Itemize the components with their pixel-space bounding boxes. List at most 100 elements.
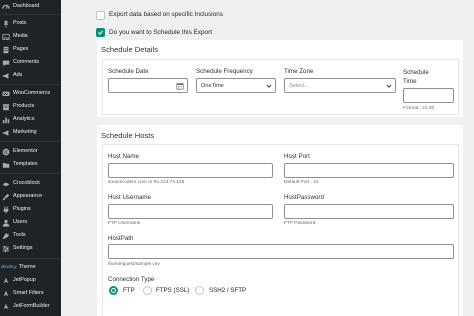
sidebar-item-products[interactable]: Products [0,100,61,113]
croco-icon [2,180,10,188]
radio-sftp-prefix: SSH2 / [209,287,229,294]
host-password-help: FTP Password [284,221,316,226]
sidebar-item-label: Media [13,32,28,39]
sidebar-item-label: Comments [13,58,40,65]
sidebar-item-label: Posts [13,19,27,26]
media-icon [2,33,10,41]
schedule-hosts-card: Schedule Hosts Host Name smackcoders.com… [97,125,463,316]
schedule-time-label: Schedule Time [403,69,429,85]
schedule-details-card: Schedule Details Schedule Date Schedule … [97,40,463,117]
folder-icon [2,161,10,169]
host-name-input[interactable] [108,163,273,178]
admin-sidebar: Dashboard Posts Media Pages Comments Ads… [0,0,61,316]
schedule-time-input[interactable] [403,88,454,103]
sidebar-item-label: Analytics [13,115,35,122]
sidebar-item-label: WooCommerce [13,89,51,96]
sidebar-item-analytics[interactable]: Analytics [0,113,61,126]
connection-type-label: Connection Type [108,276,155,283]
jet-icon [2,303,10,311]
sidebar-separator [0,258,61,259]
sidebar-item-appearance[interactable]: Appearance [0,190,61,203]
sidebar-item-label: Plugins [13,205,31,212]
host-name-help: smackcoders.com or 54.213.74.129 [108,180,185,185]
schedule-date-input[interactable] [108,78,188,93]
sidebar-item-label: Ads [13,71,23,78]
schedule-export-label: Do you want to Schedule this Export [109,29,213,36]
schedule-export-checkbox[interactable] [96,28,105,37]
sidebar-item-ads[interactable]: Ads [0,69,61,82]
comment-icon [2,59,10,67]
radio-sftp[interactable] [195,286,204,295]
brush-icon [2,193,10,201]
sidebar-item-jetformbuilder[interactable]: JetFormBuilder [0,300,61,313]
chart-icon [2,116,10,124]
sidebar-item-media[interactable]: Media [0,30,61,43]
page-gutter [463,0,474,316]
time-zone-label: Time Zone [284,68,314,75]
radio-ftp[interactable] [109,286,118,295]
calendar-icon[interactable] [176,82,184,90]
sidebar-item-label: JetPopup [13,276,36,283]
woo-icon [2,90,10,98]
sidebar-item-label: Settings [13,244,33,251]
sidebar-item-templates[interactable]: Templates [0,158,61,171]
sidebar-item-label: Dashboard [13,2,40,9]
radio-sftp-name: SFTP [230,287,247,294]
sidebar-item-tools[interactable]: Tools [0,229,61,242]
sidebar-item-theme[interactable]: Blocksy Theme [0,261,61,274]
host-username-help: FTP Username [108,221,141,226]
host-username-label: Host Username [108,194,151,201]
radio-ftps[interactable] [143,286,152,295]
export-inclusions-checkbox[interactable] [96,11,105,20]
sidebar-item-label: Theme [18,263,36,270]
sidebar-item-jetpopup[interactable]: JetPopup [0,274,61,287]
sidebar-item-plugins[interactable]: Plugins [0,203,61,216]
sidebar-separator [0,141,61,142]
elementor-icon [2,148,10,156]
schedule-hosts-panel: Host Name smackcoders.com or 54.213.74.1… [102,144,459,316]
chevron-down-icon [266,83,272,89]
sidebar-item-label: Products [13,102,35,109]
chevron-down-icon [386,83,392,89]
megaphone-icon [2,129,10,137]
host-password-input[interactable] [284,204,454,219]
sidebar-item-label: JetFormBuilder [13,302,50,309]
sidebar-item-settings[interactable]: Settings [0,242,61,255]
sidebar-item-users[interactable]: Users [0,216,61,229]
sidebar-item-label: Elementor [13,147,38,154]
time-zone-select[interactable]: Select... [284,78,396,93]
theme-brand-prefix: Blocksy [1,264,17,270]
host-port-help: Default Port : 21 [284,180,319,185]
pin-icon [2,20,10,28]
radio-sftp-label: SSH2 / SFTP [209,287,246,294]
host-username-input[interactable] [108,204,273,219]
radio-ftp-label: FTP [123,287,135,294]
schedule-frequency-label: Schedule Frequency [196,68,253,75]
sidebar-separator [0,173,61,174]
sidebar-item-dashboard[interactable]: Dashboard [0,0,61,13]
sidebar-item-woocommerce[interactable]: WooCommerce [0,87,61,100]
sidebar-item-label: Templates [13,160,38,167]
radio-ftps-label: FTPS (SSL) [156,287,190,294]
sidebar-item-smart-filters[interactable]: Smart Filters [0,287,61,300]
host-password-label: HostPassword [284,194,324,201]
sidebar-item-label: Crocoblock [13,179,40,186]
settings-icon [2,245,10,253]
schedule-hosts-title: Schedule Hosts [101,131,155,140]
sidebar-item-crocoblock[interactable]: Crocoblock [0,177,61,190]
schedule-details-panel: Schedule Date Schedule Frequency OneTime… [102,59,459,115]
schedule-frequency-select[interactable]: OneTime [196,78,276,93]
sidebar-item-pages[interactable]: Pages [0,43,61,56]
host-path-input[interactable] [108,244,454,259]
archive-icon [2,103,10,111]
host-port-input[interactable] [284,163,454,178]
sidebar-separator [0,84,61,85]
sidebar-item-label: Appearance [13,192,43,199]
sidebar-item-comments[interactable]: Comments [0,56,61,69]
schedule-date-label: Schedule Date [108,68,149,75]
sidebar-item-posts[interactable]: Posts [0,17,61,30]
host-path-help: /home/guest/sample.csv [108,262,160,267]
sidebar-item-marketing[interactable]: Marketing [0,126,61,139]
megaphone-icon [2,72,10,80]
sidebar-item-elementor[interactable]: Elementor [0,145,61,158]
